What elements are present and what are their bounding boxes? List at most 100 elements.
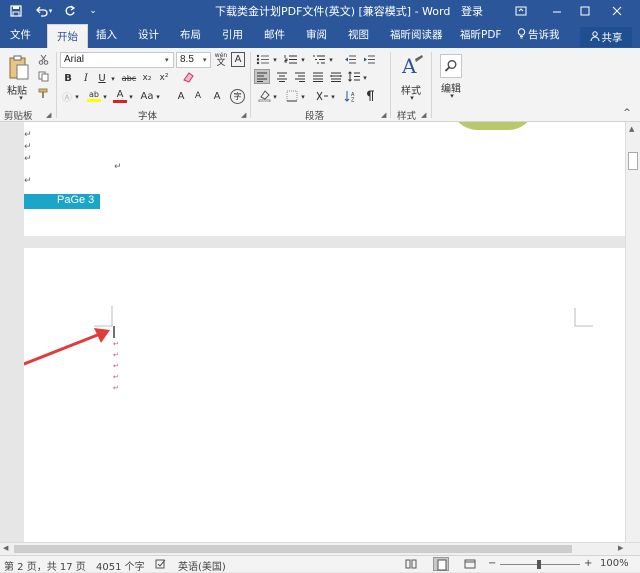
underline-dropdown-icon[interactable]: ▾ <box>110 75 116 83</box>
distributed-icon[interactable] <box>328 69 344 84</box>
share-button[interactable]: 共享 <box>580 27 632 47</box>
zoom-in-button[interactable]: + <box>584 558 592 569</box>
collapse-ribbon-icon[interactable]: ^ <box>621 108 633 118</box>
styles-icon[interactable]: A <box>399 52 425 80</box>
zoom-level[interactable]: 100% <box>600 558 629 569</box>
highlight-dropdown-icon[interactable]: ▾ <box>102 93 108 101</box>
borders-icon[interactable] <box>284 88 300 103</box>
cut-icon[interactable] <box>36 52 50 66</box>
numbering-dropdown-icon[interactable]: ▾ <box>300 56 306 64</box>
horizontal-scrollbar[interactable]: ◀ ▶ <box>0 542 640 555</box>
language-indicator[interactable]: 英语(美国) <box>178 558 226 573</box>
page-2[interactable]: ↵ ↵ ↵ ↵ ↵ <box>24 248 625 542</box>
clipboard-launcher-icon[interactable]: ◢ <box>46 111 51 119</box>
change-case-dropdown-icon[interactable]: ▾ <box>155 93 161 101</box>
tab-review[interactable]: 审阅 <box>306 27 327 42</box>
web-layout-icon[interactable] <box>464 559 476 572</box>
tab-foxit-reader[interactable]: 福昕阅读器 <box>390 27 443 42</box>
editing-dropdown-icon[interactable]: ▾ <box>448 92 456 100</box>
bullets-dropdown-icon[interactable]: ▾ <box>272 56 278 64</box>
paste-dropdown-icon[interactable]: ▾ <box>17 94 25 102</box>
text-effects-icon[interactable]: Ⓐ <box>60 89 74 104</box>
justify-icon[interactable] <box>310 69 326 84</box>
enclose-character-button[interactable]: 字 <box>230 89 245 104</box>
copy-icon[interactable] <box>36 69 50 83</box>
tab-home[interactable]: 开始 <box>47 24 88 48</box>
line-spacing-icon[interactable] <box>346 69 362 84</box>
multilevel-dropdown-icon[interactable]: ▾ <box>328 56 334 64</box>
font-name-combo[interactable]: Arial <box>60 52 174 68</box>
tab-design[interactable]: 设计 <box>138 27 159 42</box>
character-shading-button[interactable]: A <box>210 89 224 103</box>
close-icon[interactable] <box>606 2 628 20</box>
vertical-scrollbar[interactable]: ▲ <box>625 122 640 542</box>
sort-icon[interactable]: AZ <box>342 88 358 103</box>
format-painter-icon[interactable] <box>36 86 50 100</box>
redo-icon[interactable] <box>62 3 78 19</box>
tab-references[interactable]: 引用 <box>222 27 243 42</box>
font-color-button[interactable]: A <box>112 88 128 104</box>
vertical-scroll-thumb[interactable] <box>628 152 638 170</box>
multilevel-list-icon[interactable] <box>310 52 328 66</box>
styles-dropdown-icon[interactable]: ▾ <box>408 94 416 102</box>
print-layout-icon[interactable] <box>433 557 449 571</box>
proofing-icon[interactable] <box>155 559 167 572</box>
undo-icon[interactable]: ▾ <box>32 3 56 19</box>
styles-launcher-icon[interactable]: ◢ <box>421 111 426 119</box>
highlight-button[interactable]: ab <box>86 88 102 104</box>
login-link[interactable]: 登录 <box>461 3 483 19</box>
line-spacing-dropdown-icon[interactable]: ▾ <box>362 74 368 82</box>
clear-formatting-icon[interactable] <box>180 69 196 85</box>
chinese-layout-icon[interactable] <box>314 88 330 103</box>
align-right-icon[interactable] <box>292 69 308 84</box>
customize-qat-icon[interactable]: ⌄ <box>88 3 98 19</box>
tab-layout[interactable]: 布局 <box>180 27 201 42</box>
page-count[interactable]: 第 2 页，共 17 页 <box>4 558 86 573</box>
tab-insert[interactable]: 插入 <box>96 27 117 42</box>
change-case-button[interactable]: Aa <box>138 89 156 103</box>
scroll-up-icon[interactable]: ▲ <box>629 125 634 133</box>
strikethrough-button[interactable]: abc <box>120 71 138 85</box>
grow-font-button[interactable]: A <box>174 89 188 103</box>
zoom-slider-thumb[interactable] <box>537 560 541 569</box>
italic-button[interactable]: I <box>80 71 92 85</box>
scroll-right-icon[interactable]: ▶ <box>618 544 623 552</box>
minimize-icon[interactable] <box>546 2 568 20</box>
phonetic-guide-icon[interactable]: wén 文 <box>213 51 229 69</box>
read-mode-icon[interactable] <box>405 559 417 572</box>
bold-button[interactable]: B <box>62 71 74 85</box>
tab-foxit-pdf[interactable]: 福昕PDF <box>460 27 501 42</box>
shading-dropdown-icon[interactable]: ▾ <box>272 93 278 101</box>
ribbon-display-icon[interactable] <box>510 2 532 20</box>
character-border-icon[interactable]: A <box>231 52 245 67</box>
borders-dropdown-icon[interactable]: ▾ <box>300 93 306 101</box>
tab-mailings[interactable]: 邮件 <box>264 27 285 42</box>
underline-button[interactable]: U <box>96 71 108 85</box>
document-canvas[interactable]: ↵ ↵ ↵ ↵ ↵ PaGe 3 ↵ ↵ ↵ ↵ ↵ <box>0 122 625 542</box>
shading-icon[interactable] <box>256 88 272 103</box>
tab-view[interactable]: 视图 <box>348 27 369 42</box>
align-center-icon[interactable] <box>274 69 290 84</box>
subscript-button[interactable]: x₂ <box>140 71 154 85</box>
zoom-out-button[interactable]: − <box>488 558 496 569</box>
align-left-icon[interactable] <box>254 69 270 84</box>
paste-icon[interactable] <box>6 54 32 82</box>
font-launcher-icon[interactable]: ◢ <box>241 111 246 119</box>
show-paragraph-marks-icon[interactable] <box>362 88 378 103</box>
save-icon[interactable] <box>8 3 24 19</box>
increase-indent-icon[interactable] <box>361 52 377 66</box>
decrease-indent-icon[interactable] <box>342 52 358 66</box>
shrink-font-button[interactable]: A <box>191 89 205 103</box>
paragraph-launcher-icon[interactable]: ◢ <box>381 111 386 119</box>
chinese-layout-dropdown-icon[interactable]: ▾ <box>330 93 336 101</box>
scroll-left-icon[interactable]: ◀ <box>3 544 8 552</box>
bullets-icon[interactable] <box>254 52 272 66</box>
numbering-icon[interactable] <box>282 52 300 66</box>
tell-me-box[interactable]: 告诉我 <box>517 27 560 42</box>
horizontal-scroll-thumb[interactable] <box>14 545 572 553</box>
page-1[interactable]: ↵ ↵ ↵ ↵ ↵ <box>24 122 625 236</box>
text-effects-dropdown-icon[interactable]: ▾ <box>74 93 80 101</box>
maximize-icon[interactable] <box>574 2 596 20</box>
word-count[interactable]: 4051 个字 <box>96 558 145 573</box>
superscript-button[interactable]: x² <box>157 71 171 85</box>
